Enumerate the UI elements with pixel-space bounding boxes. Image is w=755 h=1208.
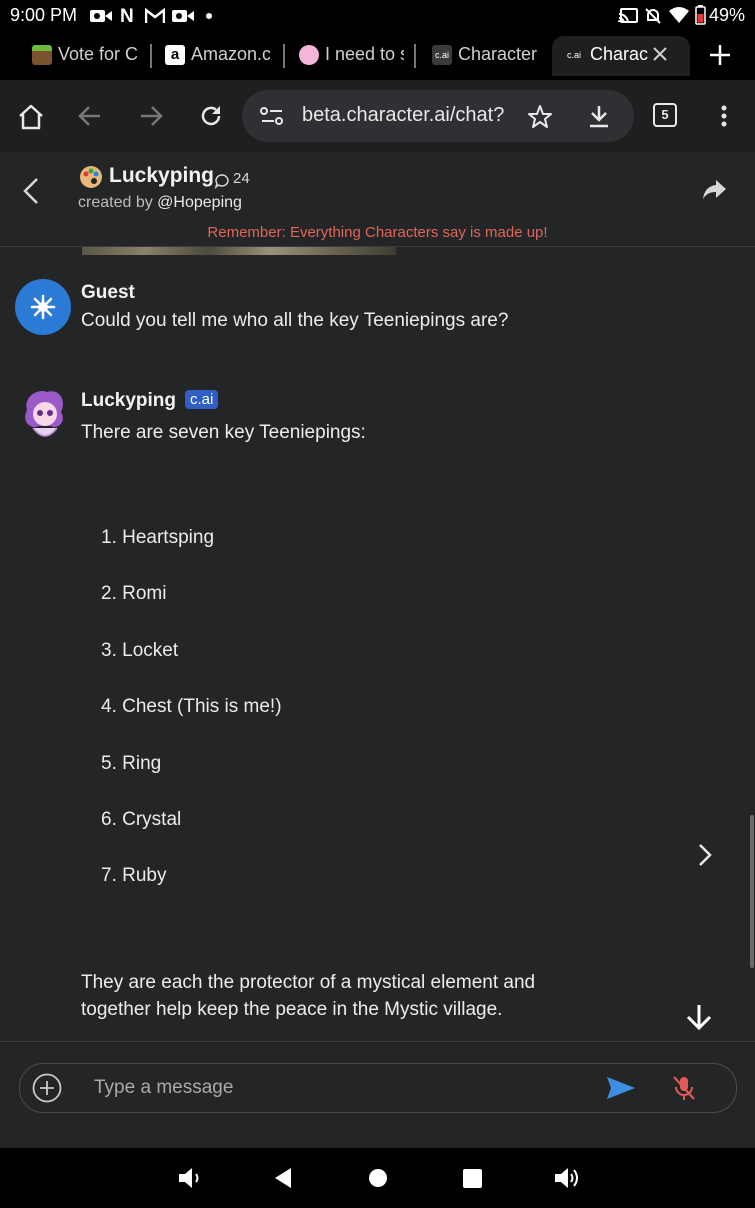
download-icon[interactable] (588, 104, 610, 128)
list-item: 4. Chest (This is me!) (101, 696, 282, 717)
cai-favicon: c.ai (432, 45, 452, 65)
bookmark-star-icon[interactable] (527, 104, 553, 128)
add-circle-icon[interactable] (32, 1073, 62, 1103)
character-avatar[interactable] (17, 386, 73, 446)
home-icon[interactable] (18, 104, 44, 130)
guest-avatar (15, 279, 71, 335)
site-settings-icon[interactable] (260, 106, 284, 126)
gmail-icon (145, 8, 165, 24)
list-item: 6. Crystal (101, 809, 182, 830)
netflix-n-icon: N (120, 6, 134, 27)
next-reply-chevron-icon[interactable] (697, 843, 713, 867)
more-menu-icon[interactable] (721, 105, 727, 127)
tab-divider (150, 44, 152, 68)
tab-i-need-to[interactable]: I need to s (299, 36, 404, 76)
pink-character-icon (299, 45, 319, 65)
disclaimer-text: Remember: Everything Characters say is m… (207, 224, 548, 241)
previous-image-fragment (82, 247, 396, 255)
chat-bubble-icon (214, 173, 230, 189)
battery-percent: 49% (708, 5, 745, 25)
tab-divider (414, 44, 416, 68)
dot-icon (206, 13, 212, 19)
battery-icon (695, 5, 706, 25)
message-text: together help keep the peace in the Myst… (81, 999, 503, 1020)
tab-divider (283, 44, 285, 68)
list-item: 3. Locket (101, 640, 179, 661)
volume-down-icon[interactable] (177, 1166, 203, 1190)
creator-handle[interactable]: @Hopeping (157, 194, 242, 211)
wifi-icon (668, 6, 690, 24)
mic-off-icon[interactable] (672, 1075, 696, 1101)
nav-back-icon[interactable] (273, 1167, 293, 1189)
browser-tab-strip: Vote for C a Amazon.c I need to s c.ai C… (0, 32, 755, 80)
message-text: Could you tell me who all the key Teenie… (81, 310, 509, 331)
cai-badge: c.ai (185, 390, 219, 409)
video-icon (90, 8, 112, 24)
character-name[interactable]: Luckyping (109, 164, 214, 188)
message-author: Luckyping (81, 390, 177, 411)
chat-back-icon[interactable] (22, 177, 40, 205)
android-nav-bar (0, 1148, 755, 1208)
url-text[interactable]: beta.character.ai/chat? (302, 104, 504, 127)
message-author: Guest (81, 282, 135, 303)
list-item: 5. Ring (101, 753, 162, 774)
message-input-bar: Type a message (19, 1063, 737, 1113)
scrollbar-thumb[interactable] (750, 815, 754, 968)
share-icon[interactable] (702, 178, 728, 200)
tab-switcher-button[interactable]: 5 (653, 103, 677, 127)
video-icon (172, 8, 194, 24)
cai-favicon: c.ai (564, 45, 584, 65)
tab-vote[interactable]: Vote for C (32, 36, 140, 76)
bell-off-icon (644, 7, 662, 25)
send-icon[interactable] (606, 1076, 636, 1100)
cast-icon (618, 8, 638, 24)
tab-charac-active[interactable]: c.ai Charac (552, 36, 690, 76)
chat-count: 24 (233, 170, 250, 187)
nav-home-icon[interactable] (369, 1169, 387, 1187)
minecraft-grass-icon (32, 45, 52, 65)
amazon-a-icon: a (165, 45, 185, 65)
status-bar: 9:00 PM N 49% (0, 0, 755, 32)
created-by: created by @Hopeping (78, 194, 242, 211)
browser-toolbar: beta.character.ai/chat? 5 (0, 80, 755, 152)
chat-header: Luckyping 24 created by @Hopeping Rememb… (0, 152, 755, 247)
sparkle-icon (30, 294, 56, 320)
tab-character[interactable]: c.ai Character (432, 36, 542, 76)
new-tab-icon[interactable] (709, 44, 731, 66)
forward-arrow-icon[interactable] (139, 105, 163, 127)
reload-icon[interactable] (199, 104, 223, 128)
volume-up-icon[interactable] (553, 1165, 581, 1191)
palette-icon (79, 165, 103, 189)
list-item: 1. Heartsping (101, 527, 215, 548)
message-text: They are each the protector of a mystica… (81, 972, 536, 993)
message-text: There are seven key Teeniepings: (81, 422, 366, 443)
tab-amazon[interactable]: a Amazon.c (165, 36, 270, 76)
nav-recents-icon[interactable] (463, 1169, 482, 1188)
back-arrow-icon[interactable] (78, 105, 102, 127)
scroll-down-arrow-icon[interactable] (685, 1003, 713, 1031)
divider (0, 1041, 755, 1042)
address-bar[interactable]: beta.character.ai/chat? (242, 90, 634, 142)
list-item: 2. Romi (101, 583, 167, 604)
message-input[interactable]: Type a message (94, 1077, 233, 1099)
status-time: 9:00 PM (10, 5, 78, 25)
close-tab-icon[interactable] (652, 46, 668, 62)
list-item: 7. Ruby (101, 865, 167, 886)
